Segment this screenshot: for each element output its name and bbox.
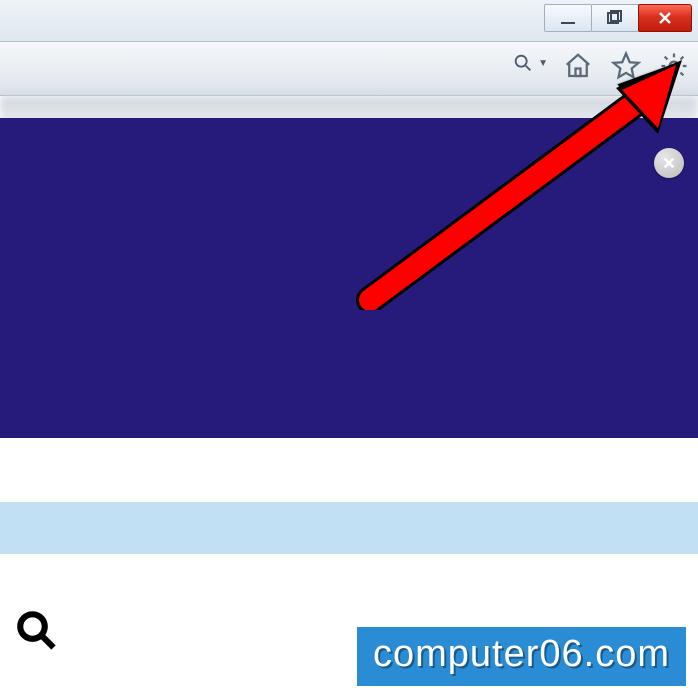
toolbar-icon-group <box>560 48 692 84</box>
close-icon <box>662 156 676 170</box>
watermark-text: computer06.com <box>373 633 670 675</box>
search-scope-dropdown[interactable]: ▼ <box>512 52 548 74</box>
search-icon <box>512 52 534 74</box>
tools-button[interactable] <box>656 48 692 84</box>
favorites-button[interactable] <box>608 48 644 84</box>
minimize-icon <box>561 22 575 24</box>
maximize-button[interactable] <box>591 4 639 32</box>
search-icon <box>15 609 57 651</box>
sub-banner-bar <box>0 502 698 554</box>
window-titlebar <box>0 0 698 42</box>
gear-icon <box>659 51 689 81</box>
home-button[interactable] <box>560 48 596 84</box>
minimize-button[interactable] <box>544 4 592 32</box>
maximize-icon <box>607 10 623 26</box>
panel-close-button[interactable] <box>654 148 684 178</box>
window-controls <box>545 4 692 32</box>
star-icon <box>611 51 641 81</box>
page-search-button[interactable] <box>10 604 62 656</box>
close-button[interactable] <box>638 4 692 32</box>
home-icon <box>563 51 593 81</box>
page-content-panel <box>0 118 698 438</box>
close-icon <box>657 10 673 26</box>
watermark-label: computer06.com <box>357 627 686 686</box>
chevron-down-icon: ▼ <box>538 58 548 69</box>
browser-toolbar: ▼ <box>0 42 698 96</box>
